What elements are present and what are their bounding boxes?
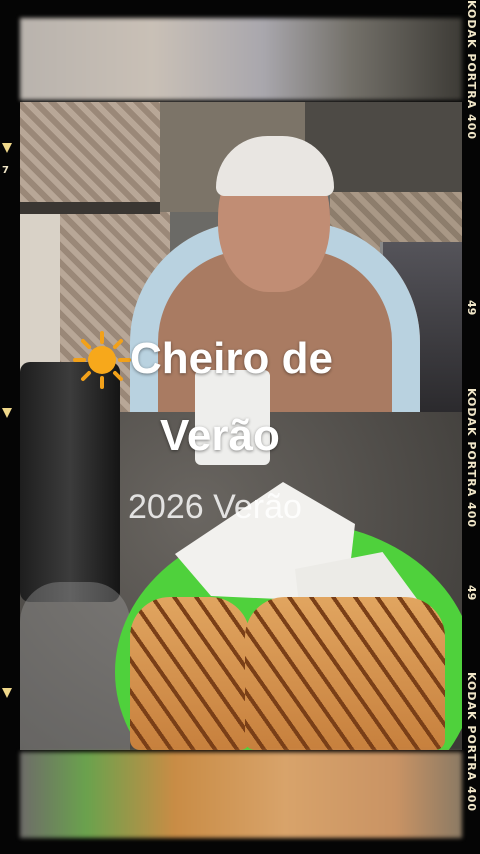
film-marker-icon [2,143,12,153]
film-frame-number: 49 [465,585,478,601]
cooking-pot [20,362,120,602]
film-brand-text: KODAK PORTRA 400 [465,0,478,141]
story-title-line1: Cheiro de [130,334,333,383]
grilled-sandwich [245,597,445,750]
film-marker-icon [2,408,12,418]
sun-icon [73,331,131,389]
story-title-line2: Verão [160,411,280,460]
kitchen-shelf [20,202,160,214]
film-marker-icon [2,688,12,698]
story-subtitle: 2026 Verão [128,488,302,526]
photo-top-blurred [20,18,462,100]
film-edge-right: KODAK PORTRA 400 49 KODAK PORTRA 400 49 … [462,0,478,854]
film-brand-text: KODAK PORTRA 400 [465,388,478,529]
photo-bottom-blurred [20,752,462,838]
film-frame-number: 49 [465,300,478,316]
glass-bowl [20,582,130,750]
film-frame-number-left: 7 [2,165,9,176]
film-brand-text: KODAK PORTRA 400 [465,672,478,813]
grilled-sandwich [130,597,250,750]
